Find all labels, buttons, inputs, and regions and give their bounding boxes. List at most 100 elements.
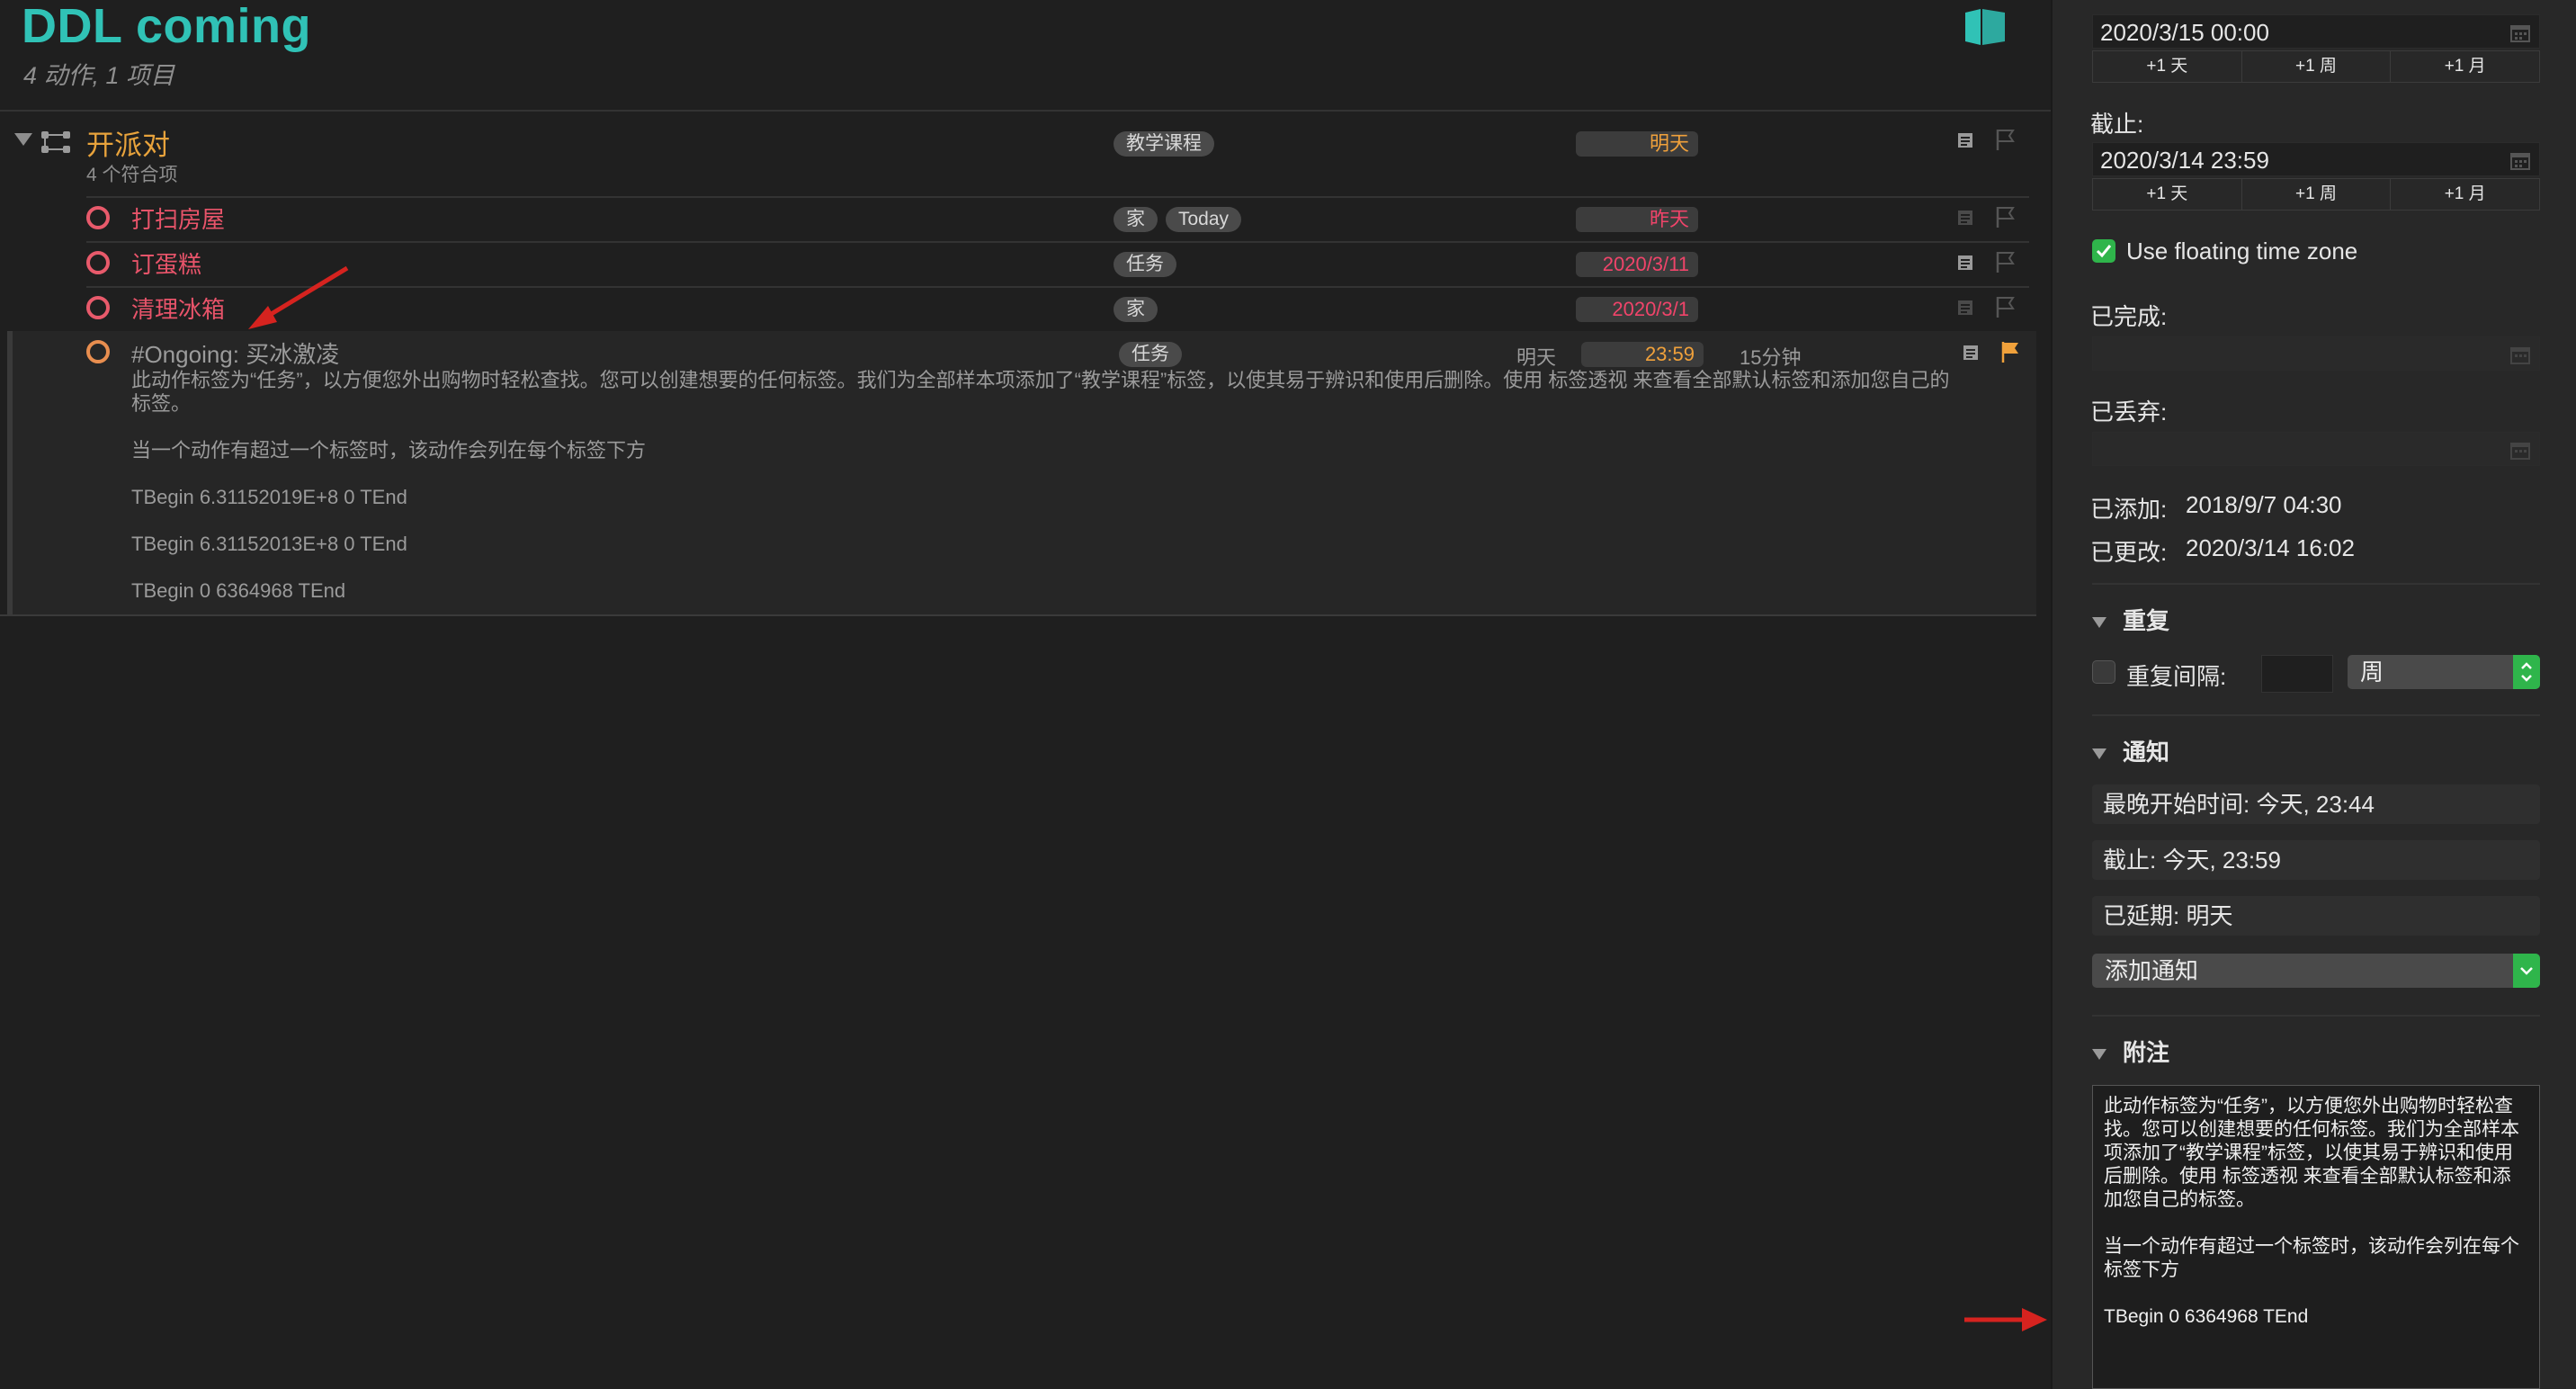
task-due-date[interactable]: 23:59: [1581, 342, 1704, 367]
task-tag[interactable]: 任务: [1119, 342, 1182, 367]
task-note-text[interactable]: TBegin 6.31152013E+8 0 TEnd: [131, 533, 407, 556]
task-tag[interactable]: 家: [1114, 207, 1158, 232]
due-date-stepper[interactable]: +1 天 +1 周 +1 月: [2092, 178, 2540, 211]
task-due-date[interactable]: 2020/3/1: [1576, 297, 1698, 322]
task-note-text[interactable]: 当一个动作有超过一个标签时，该动作会列在每个标签下方: [131, 439, 646, 462]
disclosure-triangle-icon[interactable]: [14, 133, 32, 146]
task-note-text[interactable]: TBegin 6.31152019E+8 0 TEnd: [131, 486, 407, 509]
task-checkbox[interactable]: [86, 296, 110, 319]
task-note-text[interactable]: 此动作标签为“任务”，以方便您外出购物时轻松查找。您可以创建想要的任何标签。我们…: [131, 369, 2029, 392]
note-icon[interactable]: [1957, 131, 1973, 149]
task-name[interactable]: 打扫房屋: [131, 202, 225, 235]
disclosure-triangle-icon[interactable]: [2092, 748, 2106, 760]
note-icon[interactable]: [1957, 299, 1973, 317]
due-date-value: 2020/3/14 23:59: [2100, 147, 2269, 174]
perspective-title: DDL coming: [22, 0, 312, 53]
flag-icon[interactable]: [1995, 205, 2017, 229]
task-tag[interactable]: 家: [1114, 297, 1158, 322]
dropped-date-field[interactable]: [2092, 432, 2540, 466]
task-due-date[interactable]: 昨天: [1576, 207, 1698, 232]
defer-date-stepper[interactable]: +1 天 +1 周 +1 月: [2092, 50, 2540, 83]
outline-pane: DDL coming 4 动作, 1 项目 开派对 4 个符合项 教学课程 明天…: [0, 0, 2051, 1389]
section-divider: [2092, 583, 2540, 585]
note-icon[interactable]: [1957, 209, 1973, 227]
inspector-toggle-icon[interactable]: [1963, 7, 2008, 47]
notification-deferred[interactable]: 已延期: 明天: [2092, 896, 2540, 936]
chevron-down-icon[interactable]: [2513, 954, 2540, 988]
task-name[interactable]: 清理冰箱: [131, 291, 225, 325]
project-row[interactable]: 开派对 4 个符合项 教学课程 明天: [0, 117, 2051, 196]
project-due-date[interactable]: 明天: [1576, 131, 1698, 157]
task-checkbox[interactable]: [86, 340, 110, 363]
task-name[interactable]: 订蛋糕: [131, 246, 201, 280]
task-due-date[interactable]: 2020/3/11: [1576, 252, 1698, 277]
defer-date-field[interactable]: 2020/3/15 00:00: [2092, 14, 2540, 49]
notes-textarea[interactable]: 此动作标签为“任务”，以方便您外出购物时轻松查找。您可以创建想要的任何标签。我们…: [2092, 1085, 2540, 1389]
list-bottom-divider: [0, 614, 2036, 616]
notes-section-header[interactable]: 附注: [2092, 1035, 2169, 1068]
notification-due[interactable]: 截止: 今天, 23:59: [2092, 840, 2540, 880]
repeat-unit-select[interactable]: 周: [2348, 655, 2540, 689]
due-date-label: 截止:: [2090, 111, 2144, 138]
flag-icon[interactable]: [1995, 295, 2017, 318]
task-tag[interactable]: 任务: [1114, 252, 1176, 277]
plus-one-day-button[interactable]: +1 天: [2093, 179, 2242, 210]
calendar-icon[interactable]: [2510, 152, 2530, 170]
defer-date-value: 2020/3/15 00:00: [2100, 19, 2269, 46]
project-icon: [41, 131, 70, 153]
section-divider: [2092, 1015, 2540, 1017]
flag-icon[interactable]: [1995, 128, 2017, 151]
note-icon[interactable]: [1963, 344, 1979, 362]
repeat-unit-value: 周: [2360, 659, 2384, 686]
project-name[interactable]: 开派对: [86, 122, 170, 163]
repeat-section-header[interactable]: 重复: [2092, 603, 2169, 636]
calendar-icon[interactable]: [2510, 442, 2530, 460]
task-note-text[interactable]: TBegin 0 6364968 TEnd: [131, 579, 345, 603]
calendar-icon[interactable]: [2510, 346, 2530, 364]
task-checkbox[interactable]: [86, 206, 110, 229]
floating-time-zone-checkbox[interactable]: [2092, 239, 2115, 263]
project-match-count: 4 个符合项: [86, 165, 178, 185]
note-icon[interactable]: [1957, 254, 1973, 272]
repeat-interval-label: 重复间隔:: [2126, 663, 2227, 690]
completed-label: 已完成:: [2090, 303, 2168, 330]
task-note-text[interactable]: 标签。: [131, 392, 191, 416]
repeat-checkbox[interactable]: [2092, 660, 2115, 684]
plus-one-month-button[interactable]: +1 月: [2391, 51, 2539, 82]
project-tag[interactable]: 教学课程: [1114, 131, 1214, 157]
added-value: 2018/9/7 04:30: [2186, 491, 2342, 518]
flag-icon[interactable]: [2000, 340, 2022, 363]
notification-latest-start[interactable]: 最晚开始时间: 今天, 23:44: [2092, 784, 2540, 824]
completed-date-field[interactable]: [2092, 336, 2540, 371]
task-tag[interactable]: Today: [1166, 207, 1242, 232]
flag-icon[interactable]: [1995, 250, 2017, 273]
selected-task-row[interactable]: #Ongoing: 买冰激凌 任务 明天 23:59 15分钟 此动作标签为“任…: [7, 331, 2036, 615]
repeat-interval-input[interactable]: [2261, 655, 2333, 693]
checkmark-icon: [2096, 245, 2112, 258]
changed-label: 已更改:: [2090, 539, 2168, 566]
due-date-field[interactable]: 2020/3/14 23:59: [2092, 142, 2540, 176]
task-name[interactable]: #Ongoing: 买冰激凌: [131, 336, 339, 370]
perspective-subtitle: 4 动作, 1 项目: [23, 62, 175, 89]
calendar-icon[interactable]: [2510, 24, 2530, 42]
notes-section-title: 附注: [2123, 1039, 2170, 1066]
disclosure-triangle-icon[interactable]: [2092, 1049, 2106, 1061]
notes-paragraph: TBegin 0 6364968 TEnd: [2104, 1306, 2309, 1327]
task-row[interactable]: 打扫房屋 家 Today 昨天: [0, 198, 2051, 241]
add-notification-menu[interactable]: 添加通知: [2092, 954, 2540, 988]
notifications-section-header[interactable]: 通知: [2092, 734, 2169, 767]
plus-one-month-button[interactable]: +1 月: [2391, 179, 2539, 210]
notifications-section-title: 通知: [2123, 739, 2170, 766]
notes-paragraph: 当一个动作有超过一个标签时，该动作会列在每个标签下方: [2104, 1236, 2519, 1280]
disclosure-triangle-icon[interactable]: [2092, 617, 2106, 629]
task-checkbox[interactable]: [86, 251, 110, 274]
plus-one-day-button[interactable]: +1 天: [2093, 51, 2242, 82]
plus-one-week-button[interactable]: +1 周: [2242, 51, 2392, 82]
task-defer-date[interactable]: 明天: [1516, 342, 1556, 371]
floating-time-zone-label[interactable]: Use floating time zone: [2126, 237, 2357, 265]
updown-chevron-icon[interactable]: [2513, 655, 2540, 689]
task-estimate[interactable]: 15分钟: [1740, 342, 1801, 371]
repeat-section-title: 重复: [2123, 607, 2170, 634]
plus-one-week-button[interactable]: +1 周: [2242, 179, 2392, 210]
annotation-arrow-icon: [1964, 1308, 2047, 1331]
